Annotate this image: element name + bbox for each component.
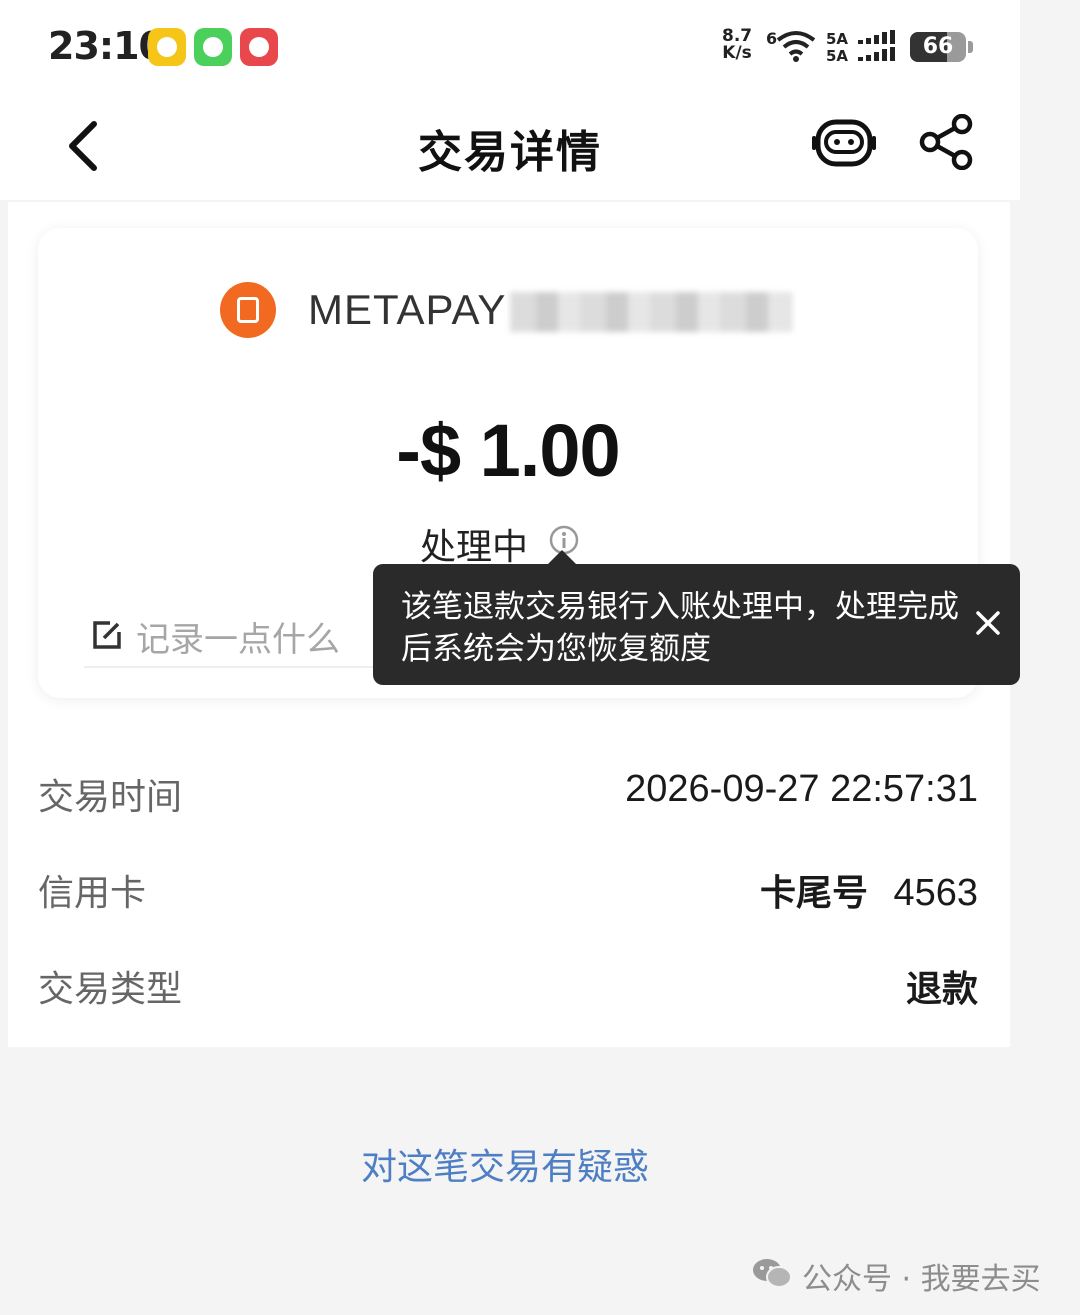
network-speed-unit: K/s: [722, 43, 752, 63]
battery-level: 66: [922, 34, 954, 59]
note-placeholder: 记录一点什么: [136, 620, 340, 660]
detail-label: 交易时间: [38, 777, 183, 818]
merchant-logo: [220, 282, 276, 338]
watermark-text: 公众号 · 我要去买: [802, 1262, 1041, 1297]
status-bar: 23:10 8.7 K/s 6 5A 5A 66: [0, 0, 1020, 92]
detail-label: 交易类型: [38, 969, 183, 1010]
detail-row-credit-card: 信用卡 卡尾号 4563: [38, 858, 978, 918]
wechat-icon: [753, 1259, 792, 1288]
green-wechat-app-icon: [194, 28, 232, 66]
detail-value: 退款: [905, 969, 978, 1010]
tooltip-message: 该笔退款交易银行入账处理中，处理完成后系统会为您恢复额度: [401, 589, 959, 667]
note-input[interactable]: 记录一点什么: [84, 610, 404, 668]
signal-label-1: 5A: [826, 30, 848, 48]
wifi-icon: 6: [766, 29, 816, 62]
merchant-name-redacted: [510, 292, 792, 332]
detail-row-transaction-time: 交易时间 2026-09-27 22:57:31: [38, 762, 978, 822]
battery-indicator: 66: [910, 32, 966, 62]
share-icon[interactable]: [918, 114, 976, 170]
edit-note-icon: [93, 621, 121, 649]
detail-label: 信用卡: [38, 873, 147, 914]
merchant-name: METAPAY: [308, 286, 507, 333]
dispute-transaction-link[interactable]: 对这笔交易有疑惑: [0, 1138, 1010, 1190]
network-type-label: 6: [766, 29, 777, 48]
signal-label-2: 5A: [826, 47, 848, 64]
battery-tip: [968, 41, 973, 53]
yellow-message-app-icon: [148, 28, 186, 66]
card-tail-label: 卡尾号: [759, 873, 868, 914]
status-time: 23:10: [48, 24, 165, 68]
close-icon[interactable]: [973, 608, 1003, 638]
transaction-status: 处理中: [420, 527, 529, 568]
nav-bar: 交易详情: [0, 92, 1020, 200]
signal-strength-icon: 5A 5A: [826, 30, 895, 64]
red-app-icon: [240, 28, 278, 66]
network-speed: 8.7 K/s: [722, 28, 752, 62]
tooltip-arrow: [548, 550, 576, 564]
status-tooltip: 该笔退款交易银行入账处理中，处理完成后系统会为您恢复额度: [373, 564, 1020, 685]
transaction-amount: -$ 1.00: [396, 409, 620, 492]
robot-assistant-icon[interactable]: [812, 114, 876, 170]
detail-row-transaction-type: 交易类型 退款: [38, 954, 978, 1014]
detail-value: 2026-09-27 22:57:31: [625, 768, 978, 810]
card-tail-number: 4563: [893, 872, 978, 914]
detail-value: 卡尾号 4563: [760, 864, 978, 916]
